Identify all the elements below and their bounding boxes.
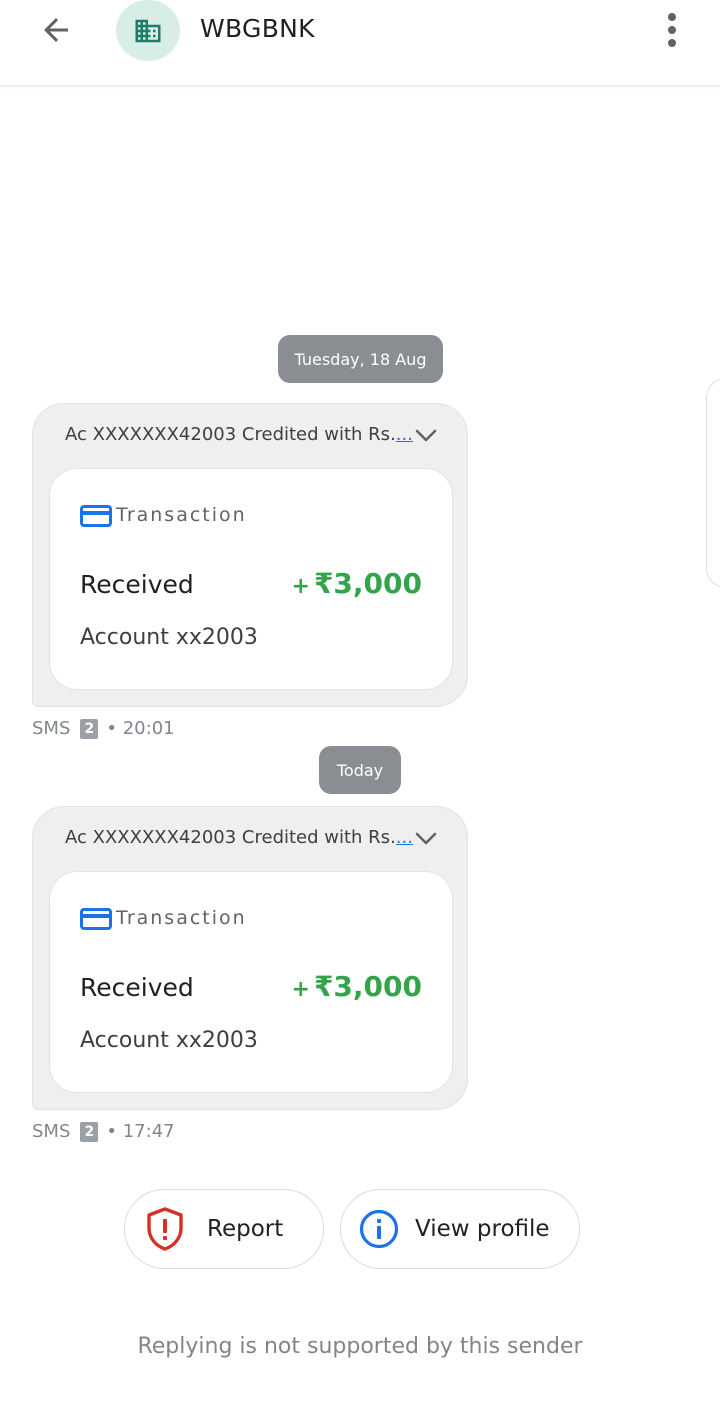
info-icon <box>359 1209 399 1249</box>
transaction-card[interactable]: Transaction Received + ₹3,000 Account xx2… <box>49 468 453 690</box>
sim-icon: 2 <box>80 718 99 739</box>
account-label: Account xx2003 <box>80 1028 258 1053</box>
credit-card-icon <box>80 505 112 527</box>
message-meta: SMS 2 • 20:01 <box>32 718 175 739</box>
amount-value: ₹3,000 <box>313 567 422 600</box>
view-profile-button[interactable]: View profile <box>340 1189 580 1269</box>
sim-icon: 2 <box>80 1121 99 1142</box>
more-vert-icon <box>668 13 676 47</box>
card-type-label: Transaction <box>116 907 247 929</box>
transaction-card[interactable]: Transaction Received + ₹3,000 Account xx2… <box>49 871 453 1093</box>
arrow-back-icon <box>44 18 68 42</box>
report-button[interactable]: Report <box>124 1189 324 1269</box>
app-header: WBGBNK <box>0 0 720 86</box>
date-divider: Today <box>319 746 401 794</box>
amount-sign: + <box>291 574 310 599</box>
shield-alert-icon <box>145 1207 185 1251</box>
transaction-status: Received <box>80 570 194 599</box>
reply-unsupported-note: Replying is not supported by this sender <box>137 1334 583 1359</box>
view-profile-label: View profile <box>415 1216 550 1242</box>
chevron-down-icon[interactable] <box>413 426 439 446</box>
chevron-down-icon[interactable] <box>413 829 439 849</box>
back-button[interactable] <box>32 8 80 52</box>
edge-panel-handle[interactable] <box>706 378 720 588</box>
channel-label: SMS <box>32 718 71 739</box>
expand-link[interactable]: ... <box>396 424 413 445</box>
message-time: • 20:01 <box>106 718 175 739</box>
message-time: • 17:47 <box>106 1121 175 1142</box>
expand-link[interactable]: ... <box>396 827 413 848</box>
message-preview: Ac XXXXXXX42003 Credited with Rs.... <box>65 827 413 848</box>
credit-card-icon <box>80 908 112 930</box>
business-building-icon <box>135 19 161 42</box>
amount-value: ₹3,000 <box>313 970 422 1003</box>
account-label: Account xx2003 <box>80 625 258 650</box>
conversation-title: WBGBNK <box>200 14 315 43</box>
message-bubble[interactable]: Ac XXXXXXX42003 Credited with Rs.... Tra… <box>32 403 468 707</box>
message-meta: SMS 2 • 17:47 <box>32 1121 175 1142</box>
more-options-button[interactable] <box>650 6 694 54</box>
message-preview: Ac XXXXXXX42003 Credited with Rs.... <box>65 424 413 445</box>
message-preview-text: Ac XXXXXXX42003 Credited with Rs. <box>65 424 396 445</box>
card-type-label: Transaction <box>116 504 247 526</box>
sender-avatar[interactable] <box>116 0 180 61</box>
message-bubble[interactable]: Ac XXXXXXX42003 Credited with Rs.... Tra… <box>32 806 468 1110</box>
transaction-status: Received <box>80 973 194 1002</box>
channel-label: SMS <box>32 1121 71 1142</box>
amount-sign: + <box>291 977 310 1002</box>
transaction-amount: + ₹3,000 <box>292 567 423 600</box>
transaction-amount: + ₹3,000 <box>292 970 423 1003</box>
date-divider: Tuesday, 18 Aug <box>278 335 443 383</box>
report-label: Report <box>207 1216 284 1242</box>
message-preview-text: Ac XXXXXXX42003 Credited with Rs. <box>65 827 396 848</box>
